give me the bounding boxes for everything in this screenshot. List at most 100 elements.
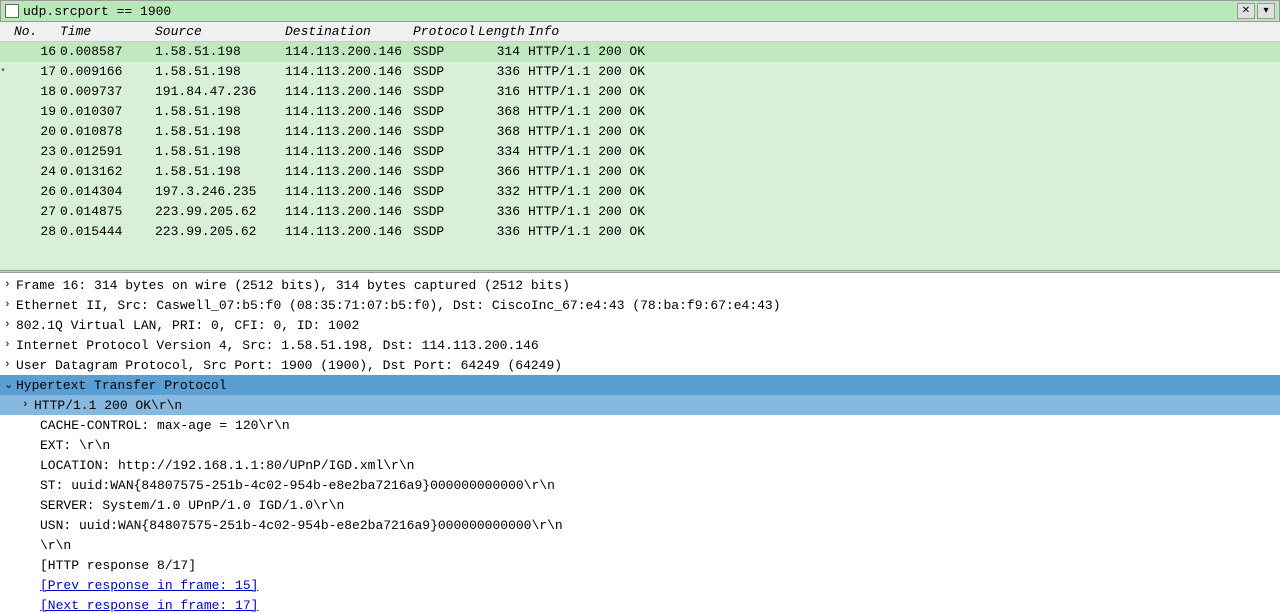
ip-text: Internet Protocol Version 4, Src: 1.58.5… xyxy=(16,338,539,353)
expand-icon[interactable]: › xyxy=(4,279,16,291)
frame-text: Frame 16: 314 bytes on wire (2512 bits),… xyxy=(16,278,570,293)
st-text: ST: uuid:WAN{84807575-251b-4c02-954b-e8e… xyxy=(40,478,555,493)
cell-no: 16 xyxy=(10,44,60,59)
cell-source: 197.3.246.235 xyxy=(155,184,285,199)
crlf-detail[interactable]: \r\n xyxy=(0,535,1280,555)
cell-protocol: SSDP xyxy=(413,44,478,59)
header-source[interactable]: Source xyxy=(155,24,285,39)
cell-source: 223.99.205.62 xyxy=(155,204,285,219)
cell-info: HTTP/1.1 200 OK xyxy=(528,144,1280,159)
cell-destination: 114.113.200.146 xyxy=(285,124,413,139)
header-protocol[interactable]: Protocol xyxy=(413,24,478,39)
cell-source: 191.84.47.236 xyxy=(155,84,285,99)
header-length[interactable]: Length xyxy=(478,24,528,39)
packet-row[interactable]: 260.014304197.3.246.235114.113.200.146SS… xyxy=(0,182,1280,202)
ip-detail[interactable]: › Internet Protocol Version 4, Src: 1.58… xyxy=(0,335,1280,355)
packet-details-pane[interactable]: › Frame 16: 314 bytes on wire (2512 bits… xyxy=(0,273,1280,613)
cell-destination: 114.113.200.146 xyxy=(285,64,413,79)
header-time[interactable]: Time xyxy=(60,24,155,39)
cell-no: 18 xyxy=(10,84,60,99)
next-response-detail[interactable]: [Next response in frame: 17] xyxy=(0,595,1280,613)
expand-icon[interactable]: › xyxy=(4,319,16,331)
packet-row[interactable]: 190.0103071.58.51.198114.113.200.146SSDP… xyxy=(0,102,1280,122)
cell-no: 23 xyxy=(10,144,60,159)
cell-length: 336 xyxy=(478,64,528,79)
packet-row[interactable]: 200.0108781.58.51.198114.113.200.146SSDP… xyxy=(0,122,1280,142)
cell-length: 336 xyxy=(478,224,528,239)
cell-length: 368 xyxy=(478,104,528,119)
cache-control-detail[interactable]: CACHE-CONTROL: max-age = 120\r\n xyxy=(0,415,1280,435)
frame-detail[interactable]: › Frame 16: 314 bytes on wire (2512 bits… xyxy=(0,275,1280,295)
cell-no: 24 xyxy=(10,164,60,179)
vlan-detail[interactable]: › 802.1Q Virtual LAN, PRI: 0, CFI: 0, ID… xyxy=(0,315,1280,335)
cell-length: 332 xyxy=(478,184,528,199)
cell-length: 314 xyxy=(478,44,528,59)
cell-protocol: SSDP xyxy=(413,104,478,119)
filter-controls: ✕ ▾ xyxy=(1237,3,1275,19)
cell-protocol: SSDP xyxy=(413,184,478,199)
next-response-link[interactable]: [Next response in frame: 17] xyxy=(40,598,258,613)
st-detail[interactable]: ST: uuid:WAN{84807575-251b-4c02-954b-e8e… xyxy=(0,475,1280,495)
cell-length: 368 xyxy=(478,124,528,139)
cell-destination: 114.113.200.146 xyxy=(285,44,413,59)
cell-destination: 114.113.200.146 xyxy=(285,84,413,99)
cell-protocol: SSDP xyxy=(413,144,478,159)
header-info[interactable]: Info xyxy=(528,24,1280,39)
prev-response-link[interactable]: [Prev response in frame: 15] xyxy=(40,578,258,593)
packet-row[interactable]: 280.015444223.99.205.62114.113.200.146SS… xyxy=(0,222,1280,242)
expand-icon[interactable]: › xyxy=(4,359,16,371)
packet-row[interactable]: 180.009737191.84.47.236114.113.200.146SS… xyxy=(0,82,1280,102)
cell-no: 19 xyxy=(10,104,60,119)
cache-control-text: CACHE-CONTROL: max-age = 120\r\n xyxy=(40,418,290,433)
packet-row[interactable]: •170.0091661.58.51.198114.113.200.146SSD… xyxy=(0,62,1280,82)
cell-time: 0.014304 xyxy=(60,184,155,199)
cell-protocol: SSDP xyxy=(413,64,478,79)
packet-row[interactable]: 230.0125911.58.51.198114.113.200.146SSDP… xyxy=(0,142,1280,162)
display-filter-input[interactable] xyxy=(23,4,1237,19)
http-status-text: HTTP/1.1 200 OK\r\n xyxy=(34,398,182,413)
expand-icon[interactable]: › xyxy=(4,299,16,311)
location-detail[interactable]: LOCATION: http://192.168.1.1:80/UPnP/IGD… xyxy=(0,455,1280,475)
http-status-detail[interactable]: › HTTP/1.1 200 OK\r\n xyxy=(0,395,1280,415)
cell-destination: 114.113.200.146 xyxy=(285,144,413,159)
cell-no: 27 xyxy=(10,204,60,219)
collapse-icon[interactable]: ⌄ xyxy=(4,378,16,392)
cell-source: 1.58.51.198 xyxy=(155,164,285,179)
packet-row[interactable]: 160.0085871.58.51.198114.113.200.146SSDP… xyxy=(0,42,1280,62)
response-num-detail[interactable]: [HTTP response 8/17] xyxy=(0,555,1280,575)
cell-no: 28 xyxy=(10,224,60,239)
expand-icon[interactable]: › xyxy=(22,399,34,411)
cell-destination: 114.113.200.146 xyxy=(285,164,413,179)
prev-response-detail[interactable]: [Prev response in frame: 15] xyxy=(0,575,1280,595)
cell-protocol: SSDP xyxy=(413,124,478,139)
server-detail[interactable]: SERVER: System/1.0 UPnP/1.0 IGD/1.0\r\n xyxy=(0,495,1280,515)
packet-row[interactable]: 240.0131621.58.51.198114.113.200.146SSDP… xyxy=(0,162,1280,182)
row-marker: • xyxy=(0,66,10,77)
cell-info: HTTP/1.1 200 OK xyxy=(528,204,1280,219)
ethernet-text: Ethernet II, Src: Caswell_07:b5:f0 (08:3… xyxy=(16,298,781,313)
ethernet-detail[interactable]: › Ethernet II, Src: Caswell_07:b5:f0 (08… xyxy=(0,295,1280,315)
usn-detail[interactable]: USN: uuid:WAN{84807575-251b-4c02-954b-e8… xyxy=(0,515,1280,535)
expand-icon[interactable]: › xyxy=(4,339,16,351)
ext-detail[interactable]: EXT: \r\n xyxy=(0,435,1280,455)
location-text: LOCATION: http://192.168.1.1:80/UPnP/IGD… xyxy=(40,458,414,473)
cell-info: HTTP/1.1 200 OK xyxy=(528,184,1280,199)
cell-time: 0.015444 xyxy=(60,224,155,239)
http-header-detail[interactable]: ⌄ Hypertext Transfer Protocol xyxy=(0,375,1280,395)
cell-length: 334 xyxy=(478,144,528,159)
packet-row[interactable]: 270.014875223.99.205.62114.113.200.146SS… xyxy=(0,202,1280,222)
cell-source: 1.58.51.198 xyxy=(155,124,285,139)
filter-bookmark-icon[interactable] xyxy=(5,4,19,18)
cell-length: 366 xyxy=(478,164,528,179)
cell-time: 0.012591 xyxy=(60,144,155,159)
packet-list[interactable]: 160.0085871.58.51.198114.113.200.146SSDP… xyxy=(0,42,1280,270)
clear-filter-button[interactable]: ✕ xyxy=(1237,3,1255,19)
header-destination[interactable]: Destination xyxy=(285,24,413,39)
filter-dropdown-button[interactable]: ▾ xyxy=(1257,3,1275,19)
cell-no: 26 xyxy=(10,184,60,199)
header-no[interactable]: No. xyxy=(10,24,60,39)
cell-no: 20 xyxy=(10,124,60,139)
cell-source: 1.58.51.198 xyxy=(155,104,285,119)
udp-detail[interactable]: › User Datagram Protocol, Src Port: 1900… xyxy=(0,355,1280,375)
server-text: SERVER: System/1.0 UPnP/1.0 IGD/1.0\r\n xyxy=(40,498,344,513)
